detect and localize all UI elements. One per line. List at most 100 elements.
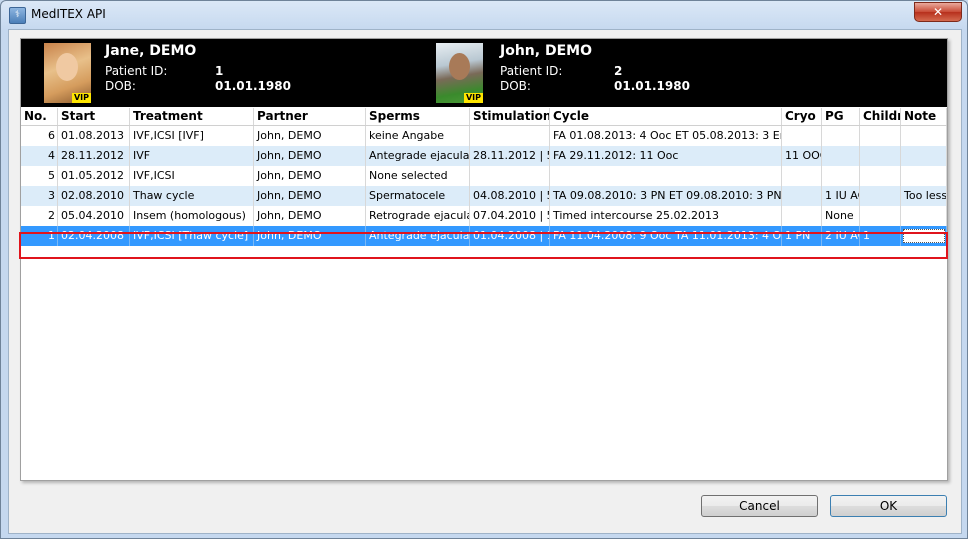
note-edit-field[interactable] bbox=[903, 229, 945, 243]
cell-start: 05.04.2010 bbox=[58, 206, 130, 226]
patient-header: VIP Jane, DEMO Patient ID: 1 DOB: 01.01.… bbox=[21, 39, 947, 107]
cell-start: 02.08.2010 bbox=[58, 186, 130, 206]
cell-treatment: Insem (homologous) bbox=[130, 206, 254, 226]
cell-cycle bbox=[550, 166, 782, 186]
cell-cryo: 1 PN bbox=[782, 226, 822, 246]
column-header-cryo[interactable]: Cryo bbox=[782, 108, 822, 125]
male-patient-id-label: Patient ID: bbox=[500, 64, 563, 78]
cell-children bbox=[860, 166, 901, 186]
table-row[interactable]: 5 01.05.2012 IVF,ICSI John, DEMO None select… bbox=[21, 166, 947, 186]
cell-stimulation: 07.04.2010 | 5d bbox=[470, 206, 550, 226]
column-header-children[interactable]: Children bbox=[860, 108, 901, 125]
cell-note bbox=[901, 166, 947, 186]
title-bar[interactable]: ⚕ MedITEX API ✕ bbox=[1, 1, 967, 29]
close-button[interactable]: ✕ bbox=[914, 2, 962, 22]
female-patient-dob-label: DOB: bbox=[105, 79, 136, 93]
cell-stimulation: 28.11.2012 | 5d bbox=[470, 146, 550, 166]
female-patient-id: 1 bbox=[215, 64, 224, 78]
cell-treatment: IVF,ICSI [Thaw cycle] bbox=[130, 226, 254, 246]
cell-partner: John, DEMO bbox=[254, 126, 366, 146]
cell-stimulation bbox=[470, 126, 550, 146]
cell-stimulation: 04.08.2010 | 5d bbox=[470, 186, 550, 206]
column-header-stimulation[interactable]: Stimulation bbox=[470, 108, 550, 125]
cell-note bbox=[901, 126, 947, 146]
male-patient-dob: 01.01.1980 bbox=[614, 79, 690, 93]
cell-cycle: TA 09.08.2010: 3 PN ET 09.08.2010: 3 PN bbox=[550, 186, 782, 206]
ok-button[interactable]: OK bbox=[830, 495, 947, 517]
cell-pg bbox=[822, 166, 860, 186]
column-header-pg[interactable]: PG bbox=[822, 108, 860, 125]
cell-cryo: 11 OOC bbox=[782, 146, 822, 166]
table-row[interactable]: 3 02.08.2010 Thaw cycle John, DEMO Spermatoc… bbox=[21, 186, 947, 206]
cell-no: 4 bbox=[21, 146, 58, 166]
female-patient-dob: 01.01.1980 bbox=[215, 79, 291, 93]
cell-pg: 2 IU AC bbox=[822, 226, 860, 246]
cell-start: 01.08.2013 bbox=[58, 126, 130, 146]
cell-cryo bbox=[782, 186, 822, 206]
cell-start: 02.04.2008 bbox=[58, 226, 130, 246]
column-header-treatment[interactable]: Treatment bbox=[130, 108, 254, 125]
cell-no: 6 bbox=[21, 126, 58, 146]
table-row[interactable]: 4 28.11.2012 IVF John, DEMO Antegrade ejacul… bbox=[21, 146, 947, 166]
cell-no: 3 bbox=[21, 186, 58, 206]
cell-cryo bbox=[782, 206, 822, 226]
cell-stimulation: 01.04.2008 | 11d bbox=[470, 226, 550, 246]
cell-cryo bbox=[782, 166, 822, 186]
cell-stimulation bbox=[470, 166, 550, 186]
cell-children bbox=[860, 206, 901, 226]
cell-start: 28.11.2012 bbox=[58, 146, 130, 166]
cell-treatment: IVF bbox=[130, 146, 254, 166]
cell-note: Too less bbox=[901, 186, 947, 206]
cell-pg bbox=[822, 126, 860, 146]
cell-note bbox=[901, 146, 947, 166]
cell-cycle: FA 11.04.2008: 9 Ooc TA 11.01.2013: 4 Oo… bbox=[550, 226, 782, 246]
cell-treatment: Thaw cycle bbox=[130, 186, 254, 206]
cell-children bbox=[860, 146, 901, 166]
female-patient-name: Jane, DEMO bbox=[105, 43, 197, 59]
cell-sperms: Antegrade ejaculation bbox=[366, 146, 470, 166]
male-patient-photo: VIP bbox=[436, 43, 483, 103]
table-row[interactable]: 2 05.04.2010 Insem (homologous) John, DEMO R… bbox=[21, 206, 947, 226]
column-header-partner[interactable]: Partner bbox=[254, 108, 366, 125]
vip-badge: VIP bbox=[71, 93, 91, 103]
cell-sperms: Retrograde ejaculation bbox=[366, 206, 470, 226]
cell-cycle: FA 29.11.2012: 11 Ooc bbox=[550, 146, 782, 166]
cancel-button[interactable]: Cancel bbox=[701, 495, 818, 517]
cell-partner: John, DEMO bbox=[254, 166, 366, 186]
cell-sperms: keine Angabe bbox=[366, 126, 470, 146]
cell-partner: John, DEMO bbox=[254, 226, 366, 246]
dialog-window: ⚕ MedITEX API ✕ VIP Jane, DEMO Patient I… bbox=[0, 0, 968, 539]
cell-children: 1 bbox=[860, 226, 901, 246]
window-title: MedITEX API bbox=[31, 7, 106, 21]
male-patient-id: 2 bbox=[614, 64, 623, 78]
app-icon: ⚕ bbox=[9, 7, 26, 24]
table-row[interactable]: 1 02.04.2008 IVF,ICSI [Thaw cycle] John, DE… bbox=[21, 226, 947, 246]
cell-sperms: None selected bbox=[366, 166, 470, 186]
cell-children bbox=[860, 186, 901, 206]
cell-partner: John, DEMO bbox=[254, 146, 366, 166]
cell-treatment: IVF,ICSI bbox=[130, 166, 254, 186]
male-patient-name: John, DEMO bbox=[500, 43, 592, 59]
cell-pg: None bbox=[822, 206, 860, 226]
column-header-cycle[interactable]: Cycle bbox=[550, 108, 782, 125]
cell-partner: John, DEMO bbox=[254, 186, 366, 206]
column-header-no[interactable]: No. bbox=[21, 108, 58, 125]
female-patient-id-label: Patient ID: bbox=[105, 64, 168, 78]
cell-no: 1 bbox=[21, 226, 58, 246]
column-header-start[interactable]: Start bbox=[58, 108, 130, 125]
female-patient-photo: VIP bbox=[44, 43, 91, 103]
cell-treatment: IVF,ICSI [IVF] bbox=[130, 126, 254, 146]
cell-cycle: FA 01.08.2013: 4 Ooc ET 05.08.2013: 3 Em… bbox=[550, 126, 782, 146]
treatments-panel: VIP Jane, DEMO Patient ID: 1 DOB: 01.01.… bbox=[19, 38, 948, 481]
cell-cycle: Timed intercourse 25.02.2013 bbox=[550, 206, 782, 226]
cell-pg bbox=[822, 146, 860, 166]
cell-no: 2 bbox=[21, 206, 58, 226]
column-header-note[interactable]: Note bbox=[901, 108, 947, 125]
cell-sperms: Spermatocele bbox=[366, 186, 470, 206]
cell-start: 01.05.2012 bbox=[58, 166, 130, 186]
male-patient-dob-label: DOB: bbox=[500, 79, 531, 93]
cell-no: 5 bbox=[21, 166, 58, 186]
table-header: No. Start Treatment Partner Sperms Stimu… bbox=[21, 108, 947, 126]
column-header-sperms[interactable]: Sperms bbox=[366, 108, 470, 125]
table-row[interactable]: 6 01.08.2013 IVF,ICSI [IVF] John, DEMO keine… bbox=[21, 126, 947, 146]
